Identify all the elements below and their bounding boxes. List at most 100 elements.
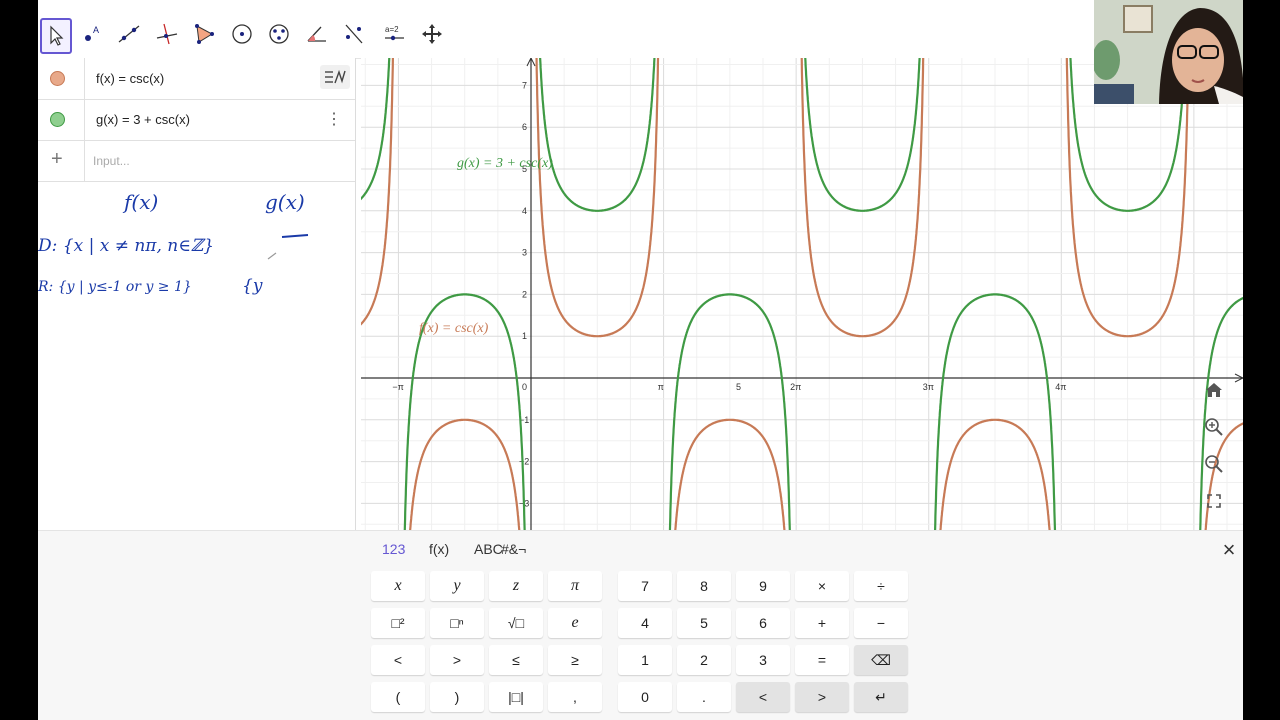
algebra-view: f(x) = csc(x) g(x) = 3 + csc(x) ⋮ + Inpu…	[38, 58, 356, 530]
g-graph-label[interactable]: g(x) = 3 + csc(x)	[457, 156, 553, 171]
toolbar: A a=2	[38, 0, 1243, 59]
key-multiply[interactable]: ×	[795, 571, 849, 601]
key-y[interactable]: y	[430, 571, 484, 601]
key-z[interactable]: z	[489, 571, 543, 601]
handwriting-layer: f(x) g(x) D: {x | x ≠ nπ, n∈ℤ} R: {y | y…	[38, 190, 309, 296]
key-e[interactable]: e	[548, 608, 602, 638]
key-plus[interactable]: +	[795, 608, 849, 638]
key-9[interactable]: 9	[736, 571, 790, 601]
algebra-input-field[interactable]: Input...	[93, 154, 130, 168]
key-decimal[interactable]: .	[677, 682, 731, 712]
key-equals[interactable]: =	[795, 645, 849, 675]
key-7[interactable]: 7	[618, 571, 672, 601]
key-x[interactable]: x	[371, 571, 425, 601]
key-abs[interactable]: |□|	[489, 682, 543, 712]
line-tool-icon[interactable]	[115, 18, 147, 54]
f-expression[interactable]: f(x) = csc(x)	[96, 71, 164, 86]
key-2[interactable]: 2	[677, 645, 731, 675]
x-tick-2pi: 2π	[790, 382, 801, 392]
y-tick-3: 3	[522, 248, 527, 258]
key-close-paren[interactable]: )	[430, 682, 484, 712]
key-less-than[interactable]: <	[371, 645, 425, 675]
slider-tool-icon[interactable]: a=2	[380, 18, 412, 54]
key-comma[interactable]: ,	[548, 682, 602, 712]
key-open-paren[interactable]: (	[371, 682, 425, 712]
key-minus[interactable]: −	[854, 608, 908, 638]
x-tick-pi: π	[658, 382, 664, 392]
webcam-overlay	[1094, 0, 1243, 104]
circle-tool-icon[interactable]	[228, 18, 260, 54]
handwritten-g-heading: g(x)	[265, 190, 305, 214]
algebra-row-g[interactable]: g(x) = 3 + csc(x) ⋮	[38, 99, 355, 141]
key-0[interactable]: 0	[618, 682, 672, 712]
f-graph-label[interactable]: f(x) = csc(x)	[419, 321, 489, 336]
algebra-row-f[interactable]: f(x) = csc(x)	[38, 58, 355, 100]
keyboard-tab-letters[interactable]: ABC	[474, 541, 503, 557]
keyboard-tab-functions[interactable]: f(x)	[429, 541, 449, 557]
move-view-icon[interactable]	[418, 18, 450, 54]
virtual-keyboard: 123 f(x) ABC #&¬ × x y z π □² □ⁿ √□ e < …	[38, 530, 1243, 720]
key-power[interactable]: □ⁿ	[430, 608, 484, 638]
x-tick-3pi: 3π	[923, 382, 934, 392]
cursor-right-icon[interactable]: >	[795, 682, 849, 712]
svg-text:a=2: a=2	[385, 25, 399, 34]
y-tick-neg2: −2	[519, 457, 529, 467]
key-divide[interactable]: ÷	[854, 571, 908, 601]
handwritten-range: R: {y | y≤-1 or y ≥ 1}	[38, 279, 192, 295]
row-divider	[84, 140, 85, 181]
cursor-left-icon[interactable]: <	[736, 682, 790, 712]
svg-text:A: A	[93, 25, 99, 35]
key-4[interactable]: 4	[618, 608, 672, 638]
more-menu-icon[interactable]: ⋮	[326, 110, 342, 130]
zoom-in-icon[interactable]	[1200, 413, 1228, 441]
key-5[interactable]: 5	[677, 608, 731, 638]
perpendicular-tool-icon[interactable]	[153, 18, 185, 54]
x-tick-neg-pi: −π	[392, 382, 403, 392]
point-tool-icon[interactable]: A	[78, 18, 110, 54]
g-expression[interactable]: g(x) = 3 + csc(x)	[96, 112, 190, 127]
home-view-icon[interactable]	[1200, 376, 1228, 404]
angle-tool-icon[interactable]	[303, 18, 335, 54]
polygon-tool-icon[interactable]	[190, 18, 222, 54]
key-1[interactable]: 1	[618, 645, 672, 675]
key-sqrt[interactable]: √□	[489, 608, 543, 638]
key-8[interactable]: 8	[677, 571, 731, 601]
backspace-icon[interactable]: ⌫	[854, 645, 908, 675]
handwritten-partial-set: {y	[242, 276, 263, 296]
x-tick-5: 5	[736, 382, 741, 392]
add-icon[interactable]: +	[51, 148, 63, 171]
key-3[interactable]: 3	[736, 645, 790, 675]
key-6[interactable]: 6	[736, 608, 790, 638]
reflect-tool-icon[interactable]	[340, 18, 372, 54]
f-visibility-toggle[interactable]	[50, 71, 65, 86]
y-tick-6: 6	[522, 122, 527, 132]
close-keyboard-icon[interactable]: ×	[1218, 537, 1240, 563]
y-tick-2: 2	[522, 289, 527, 299]
x-tick-4pi: 4π	[1055, 382, 1066, 392]
grid-lines	[361, 58, 1243, 530]
fullscreen-icon[interactable]	[1200, 487, 1228, 515]
graph-canvas[interactable]: −π 0 π 2π 3π 4π 5 7 6 5 4 3 2 1 −1 −2 −3	[361, 58, 1243, 530]
g-visibility-toggle[interactable]	[50, 112, 65, 127]
row-divider	[84, 99, 85, 140]
pen-cursor-icon	[267, 252, 277, 260]
key-less-equal[interactable]: ≤	[489, 645, 543, 675]
keyboard-tab-symbols[interactable]: #&¬	[501, 541, 526, 557]
y-tick-4: 4	[522, 206, 527, 216]
move-tool-icon[interactable]	[40, 18, 72, 54]
key-square[interactable]: □²	[371, 608, 425, 638]
graphics-view[interactable]: −π 0 π 2π 3π 4π 5 7 6 5 4 3 2 1 −1 −2 −3	[361, 58, 1243, 530]
key-greater-than[interactable]: >	[430, 645, 484, 675]
zoom-out-icon[interactable]	[1200, 450, 1228, 478]
key-pi[interactable]: π	[548, 571, 602, 601]
handwritten-f-heading: f(x)	[122, 190, 158, 214]
circle-three-points-icon[interactable]	[265, 18, 297, 54]
keyboard-tab-numbers[interactable]: 123	[382, 541, 405, 557]
enter-icon[interactable]: ↵	[854, 682, 908, 712]
y-tick-1: 1	[522, 331, 527, 341]
presenter-video-image	[1094, 0, 1243, 104]
algebra-input-row[interactable]: + Input...	[38, 140, 355, 182]
handwritten-domain: D: {x | x ≠ nπ, n∈ℤ}	[38, 236, 214, 256]
key-greater-equal[interactable]: ≥	[548, 645, 602, 675]
x-tick-0: 0	[522, 382, 527, 392]
